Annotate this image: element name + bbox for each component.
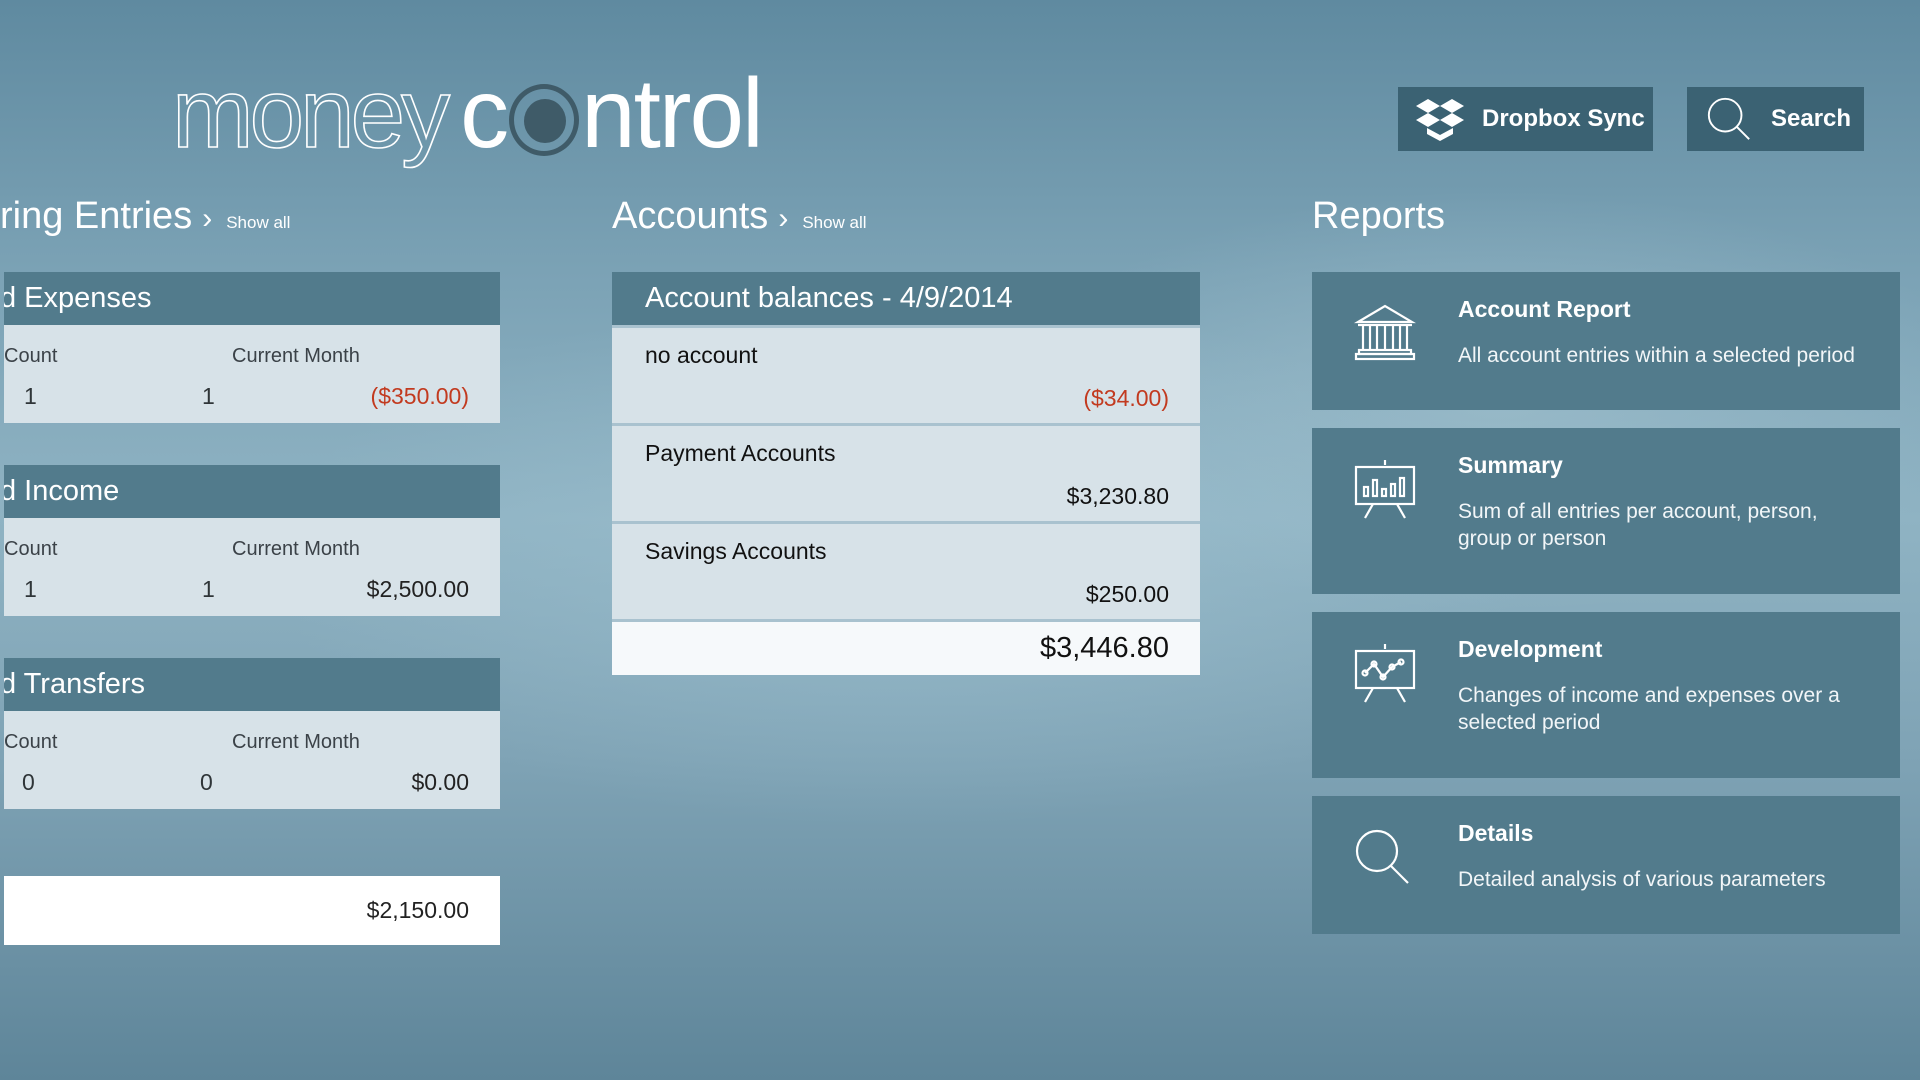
recurring-transfers-card[interactable]: d Transfers Count Current Month 0 0 $0.0…	[4, 658, 500, 809]
account-amount: ($34.00)	[1083, 385, 1169, 411]
line-chart-board-icon	[1350, 642, 1420, 712]
report-title: Details	[1458, 820, 1534, 846]
current-month-label: Current Month	[232, 345, 360, 367]
card-body: Count Current Month 1 1 ($350.00)	[4, 325, 500, 423]
card-body: Count Current Month 0 0 $0.00	[4, 711, 500, 809]
logo-text-ntrol: ntrol	[581, 58, 764, 168]
logo-text-c: c	[460, 58, 509, 168]
account-row-savings-accounts[interactable]: Savings Accounts $250.00	[612, 521, 1200, 619]
recurring-expenses-card[interactable]: d Expenses Count Current Month 1 1 ($350…	[4, 272, 500, 423]
current-month-label: Current Month	[232, 538, 360, 560]
report-tile-details[interactable]: Details Detailed analysis of various par…	[1312, 796, 1900, 934]
amount-value: $0.00	[411, 769, 469, 795]
current-month-count: 1	[202, 383, 215, 409]
chevron-right-icon: ›	[778, 202, 789, 235]
account-balances-title: Account balances - 4/9/2014	[645, 282, 1013, 314]
accounts-total-value: $3,446.80	[1039, 632, 1169, 664]
recurring-entries-title: ring Entries	[0, 195, 193, 237]
bar-chart-board-icon	[1350, 458, 1420, 528]
account-row-payment-accounts[interactable]: Payment Accounts $3,230.80	[612, 423, 1200, 521]
accounts-heading[interactable]: Accounts › Show all	[612, 195, 867, 238]
accounts-total: $3,446.80	[612, 619, 1200, 675]
count-value: 1	[24, 576, 37, 602]
bank-icon	[1350, 300, 1420, 370]
account-amount: $250.00	[1085, 581, 1169, 607]
dropbox-icon	[1416, 95, 1464, 143]
search-icon	[1705, 95, 1753, 143]
recurring-show-all-link[interactable]: Show all	[226, 213, 290, 233]
chevron-right-icon: ›	[202, 202, 213, 235]
logo-text-control: c ntrol	[460, 58, 764, 168]
report-tile-account-report[interactable]: Account Report All account entries withi…	[1312, 272, 1900, 410]
current-month-count: 0	[200, 769, 213, 795]
account-balances-header: Account balances - 4/9/2014	[612, 272, 1200, 325]
logo-text-money: money	[171, 58, 451, 168]
magnifier-icon	[1350, 826, 1420, 896]
account-row-no-account[interactable]: no account ($34.00)	[612, 325, 1200, 423]
dropbox-sync-button[interactable]: Dropbox Sync	[1398, 87, 1653, 151]
card-title: d Transfers	[4, 668, 146, 700]
reports-title: Reports	[1312, 195, 1446, 237]
current-month-count: 1	[202, 576, 215, 602]
search-label: Search	[1771, 105, 1852, 132]
recurring-total: $2,150.00	[4, 876, 500, 945]
card-title: d Income	[4, 475, 120, 507]
account-name: Payment Accounts	[645, 440, 836, 466]
report-tile-development[interactable]: Development Changes of income and expens…	[1312, 612, 1900, 778]
count-value: 0	[22, 769, 35, 795]
count-label: Count	[4, 538, 58, 560]
report-description: Sum of all entries per account, person, …	[1458, 500, 1818, 550]
reports-heading: Reports	[1312, 195, 1445, 238]
count-label: Count	[4, 345, 58, 367]
card-header: d Income	[4, 465, 500, 518]
amount-value: ($350.00)	[370, 383, 469, 409]
count-value: 1	[24, 383, 37, 409]
accounts-show-all-link[interactable]: Show all	[802, 213, 866, 233]
accounts-title: Accounts	[612, 195, 769, 237]
account-name: no account	[645, 342, 758, 368]
recurring-total-value: $2,150.00	[366, 897, 469, 923]
recurring-income-card[interactable]: d Income Count Current Month 1 1 $2,500.…	[4, 465, 500, 616]
count-label: Count	[4, 731, 58, 753]
account-amount: $3,230.80	[1066, 483, 1169, 509]
report-tile-summary[interactable]: Summary Sum of all entries per account, …	[1312, 428, 1900, 594]
card-title: d Expenses	[4, 282, 152, 314]
current-month-label: Current Month	[232, 731, 360, 753]
report-description: Detailed analysis of various parameters	[1458, 868, 1826, 891]
report-title: Summary	[1458, 452, 1563, 478]
report-title: Development	[1458, 636, 1603, 662]
card-header: d Expenses	[4, 272, 500, 325]
search-button[interactable]: Search	[1687, 87, 1864, 151]
report-description: All account entries within a selected pe…	[1458, 344, 1855, 367]
app-logo: money c ntrol	[171, 58, 764, 168]
card-body: Count Current Month 1 1 $2,500.00	[4, 518, 500, 616]
account-balances-card: Account balances - 4/9/2014 no account (…	[612, 272, 1200, 675]
card-header: d Transfers	[4, 658, 500, 711]
recurring-entries-heading[interactable]: ring Entries › Show all	[0, 195, 290, 238]
report-description: Changes of income and expenses over a se…	[1458, 684, 1840, 734]
account-name: Savings Accounts	[645, 538, 827, 564]
logo-target-icon	[509, 84, 580, 156]
dropbox-sync-label: Dropbox Sync	[1482, 105, 1645, 132]
amount-value: $2,500.00	[366, 576, 469, 602]
report-title: Account Report	[1458, 296, 1631, 322]
